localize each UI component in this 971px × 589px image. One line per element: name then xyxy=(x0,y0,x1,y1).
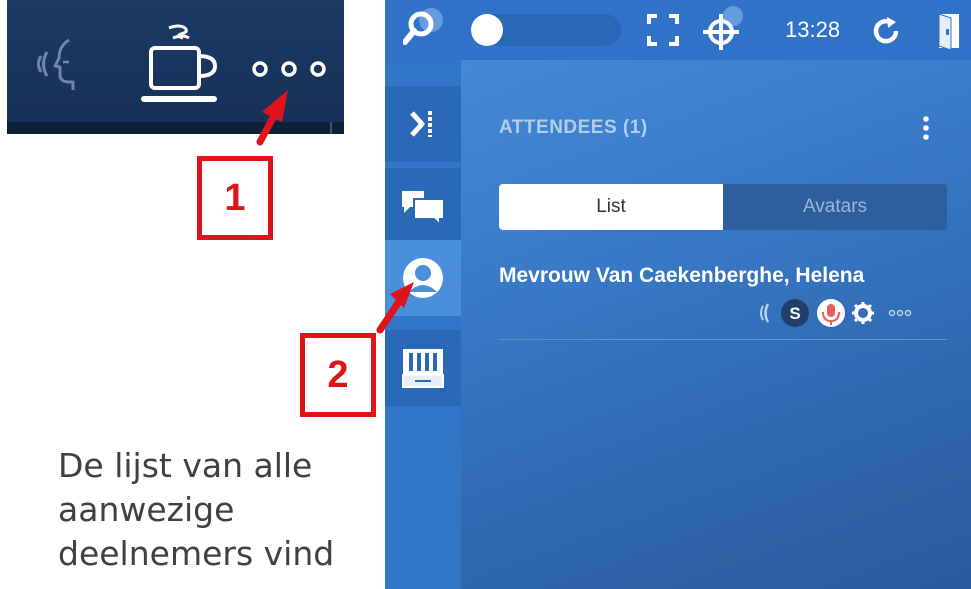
status-badge-letter: S xyxy=(789,304,800,323)
refresh-icon[interactable] xyxy=(871,16,901,46)
coffee-icon[interactable] xyxy=(137,24,223,108)
speech-icon[interactable] xyxy=(33,36,89,92)
speaking-icon xyxy=(760,303,770,323)
sidebar xyxy=(385,60,461,589)
toolbar-strip-mark xyxy=(330,122,332,134)
section-title: ATTENDEES (1) xyxy=(499,117,648,138)
top-bar: 13:28 xyxy=(385,0,971,60)
meeting-panel: 13:28 ATTENDEES (1) List Avatars Mevrouw… xyxy=(385,0,971,589)
collapse-sidebar-icon xyxy=(410,111,432,137)
callout-2: 2 xyxy=(300,333,376,417)
row-divider xyxy=(499,339,947,340)
fullscreen-icon[interactable] xyxy=(647,14,679,46)
attendees-button[interactable] xyxy=(385,240,461,316)
attendee-actions: S xyxy=(760,299,912,327)
callout-1: 1 xyxy=(197,156,273,240)
collapse-sidebar-button[interactable] xyxy=(385,86,461,162)
tab-list[interactable]: List xyxy=(499,184,723,230)
chat-button[interactable] xyxy=(385,168,461,244)
attendees-panel: ATTENDEES (1) List Avatars Mevrouw Van C… xyxy=(461,60,971,589)
whiteboard-button[interactable] xyxy=(385,330,461,406)
attendee-name[interactable]: Mevrouw Van Caekenberghe, Helena xyxy=(499,264,864,288)
caption-line-3: deelnemers vind xyxy=(58,534,335,573)
toolbar-bottom-strip xyxy=(7,122,344,134)
tab-avatars[interactable]: Avatars xyxy=(723,184,947,230)
toggle-thumb[interactable] xyxy=(471,14,503,46)
whiteboard-icon xyxy=(402,349,444,388)
microphone-icon[interactable] xyxy=(817,299,845,327)
search-icon[interactable] xyxy=(403,6,449,48)
status-badge[interactable]: S xyxy=(781,299,809,327)
attendees-icon xyxy=(403,258,443,298)
exit-icon[interactable] xyxy=(933,12,963,50)
view-toggle: List Avatars xyxy=(499,184,947,230)
toolbar-crop xyxy=(7,0,344,134)
kebab-menu-icon[interactable] xyxy=(921,116,931,140)
settings-icon[interactable] xyxy=(852,302,874,324)
target-icon[interactable] xyxy=(699,6,747,52)
clock-time: 13:28 xyxy=(785,17,841,42)
caption-line-2: aanwezige xyxy=(58,490,235,529)
more-dots-icon[interactable] xyxy=(888,309,912,317)
caption-text: De lijst van alle aanwezige deelnemers v… xyxy=(58,444,388,576)
chat-icon xyxy=(402,191,445,225)
more-dots-icon[interactable] xyxy=(249,58,329,80)
caption-line-1: De lijst van alle xyxy=(58,446,313,485)
